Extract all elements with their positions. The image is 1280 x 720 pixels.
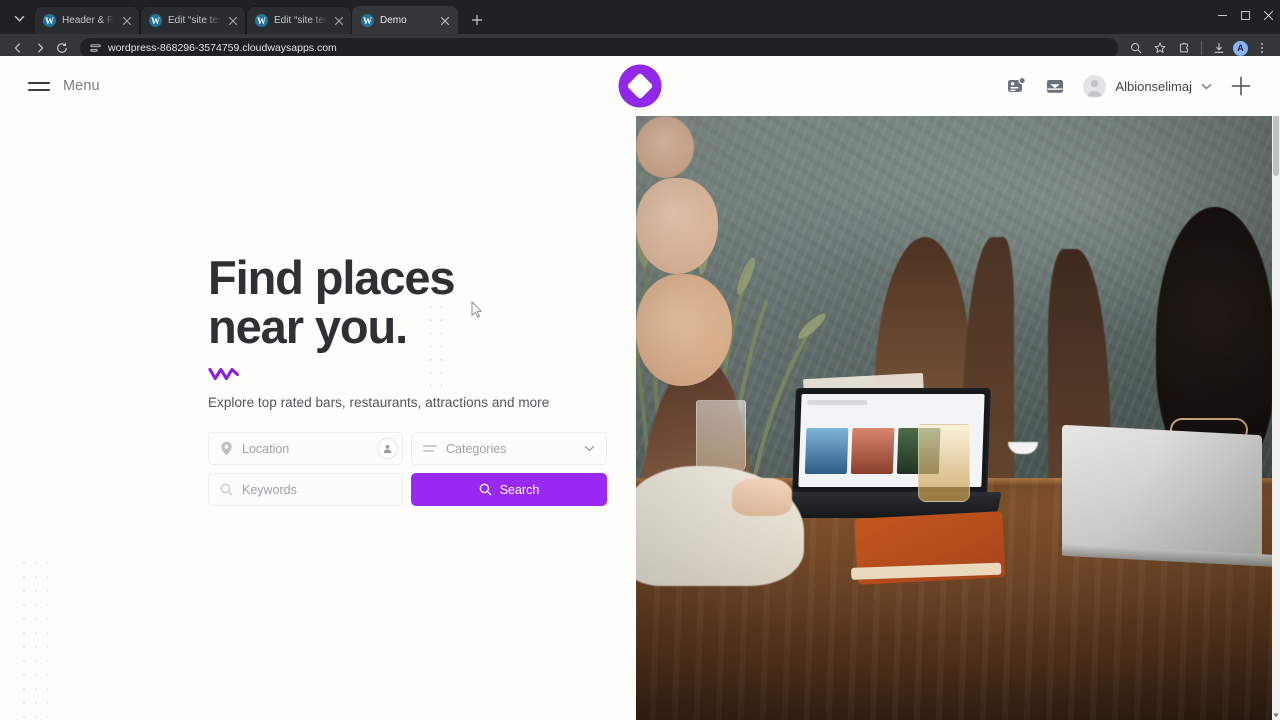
header-actions: Albionselimaj [1007,74,1252,98]
hero-title-line-2: near you. [208,299,408,353]
messages-icon[interactable] [1007,76,1027,96]
tab-title: Header & Footer ‹ Demo — Wo [62,15,115,26]
search-button[interactable]: Search [411,473,607,507]
user-name: Albionselimaj [1115,78,1192,94]
site-info-icon[interactable] [90,43,101,54]
menu-toggle-button[interactable]: Menu [28,78,100,94]
photo-people-at-table [636,116,1280,720]
list-lines-icon [423,444,437,454]
dot-pattern-decoration [425,301,449,396]
tab-title: Demo [380,15,407,26]
categories-select[interactable]: Categories [411,432,607,466]
url-text: wordpress-868296-3574759.cloudwaysapps.c… [108,42,337,54]
tab-strip: W Header & Footer ‹ Demo — Wo W Edit “si… [0,0,1280,34]
close-icon[interactable] [227,15,239,27]
photo-vignette [636,116,1280,720]
dot-pattern-decoration [18,556,48,720]
search-form: Location Categories Keywords Search [208,432,607,507]
web-page: Menu Albionselimaj Find places near you.… [0,56,1280,720]
browser-window: W Header & Footer ‹ Demo — Wo W Edit “si… [0,0,1280,720]
squiggle-accent-icon [208,367,636,381]
maximize-icon[interactable] [1234,0,1257,30]
wordpress-icon: W [149,14,162,27]
bookmark-star-icon[interactable] [1150,38,1170,58]
chevron-down-icon [584,445,595,452]
hero-title-line-1: Find places [208,250,456,304]
window-controls [1211,0,1280,30]
extensions-puzzle-icon[interactable] [1174,38,1194,58]
hero-image [636,116,1280,720]
hero-content: Find places near you. Explore top rated … [0,116,636,720]
tab-search-button[interactable] [6,5,32,31]
location-placeholder: Location [242,441,290,456]
browser-tab[interactable]: W Edit “site template: footer” wit [140,6,246,34]
keywords-placeholder: Keywords [242,482,297,497]
close-window-icon[interactable] [1257,0,1280,30]
page-scrollbar[interactable] [1272,56,1280,720]
search-icon [220,483,233,496]
hamburger-icon [28,81,50,91]
categories-placeholder: Categories [446,441,507,456]
site-header: Menu Albionselimaj [0,56,1280,116]
locate-me-icon[interactable] [377,438,398,460]
omnibox-actions: A [1126,38,1272,58]
page-title: Find places near you. [208,250,636,353]
downloads-icon[interactable] [1209,38,1229,58]
map-pin-icon [220,441,233,456]
browser-tab-active[interactable]: W Demo [352,6,458,34]
forward-icon[interactable] [30,38,50,58]
hero-section: Find places near you. Explore top rated … [0,116,1280,720]
inbox-icon[interactable] [1045,76,1065,96]
add-listing-button[interactable] [1230,75,1252,97]
toolbar-divider [1201,41,1202,55]
new-tab-button[interactable] [464,7,490,33]
mouse-cursor [471,301,483,318]
search-button-label: Search [499,482,540,497]
address-bar[interactable]: wordpress-868296-3574759.cloudwaysapps.c… [80,38,1118,58]
back-icon[interactable] [8,38,28,58]
chrome-menu-icon[interactable] [1252,38,1272,58]
location-input[interactable]: Location [208,432,403,466]
menu-label: Menu [63,78,100,94]
minimize-icon[interactable] [1211,0,1234,30]
profile-avatar[interactable]: A [1233,40,1248,56]
zoom-search-icon[interactable] [1126,38,1146,58]
diamond-logo[interactable] [618,64,662,108]
wordpress-icon: W [43,14,56,27]
close-icon[interactable] [439,15,451,27]
close-icon[interactable] [333,15,345,27]
tab-title: Edit “site template: footer” wit [168,15,221,26]
keywords-input[interactable]: Keywords [208,473,403,507]
browser-tab[interactable]: W Header & Footer ‹ Demo — Wo [34,6,140,34]
close-icon[interactable] [121,15,133,27]
diamond-shape [626,72,654,100]
browser-tab[interactable]: W Edit “site template: header” wi [246,6,352,34]
user-menu[interactable]: Albionselimaj [1083,74,1212,98]
scroll-down-arrow[interactable] [1272,710,1280,720]
wordpress-icon: W [255,14,268,27]
tab-title: Edit “site template: header” wi [274,15,327,26]
chevron-down-icon [1201,77,1212,95]
avatar [1083,74,1107,98]
reload-icon[interactable] [52,38,72,58]
hero-subtitle: Explore top rated bars, restaurants, att… [208,395,550,411]
search-icon [479,483,492,496]
wordpress-icon: W [361,14,374,27]
